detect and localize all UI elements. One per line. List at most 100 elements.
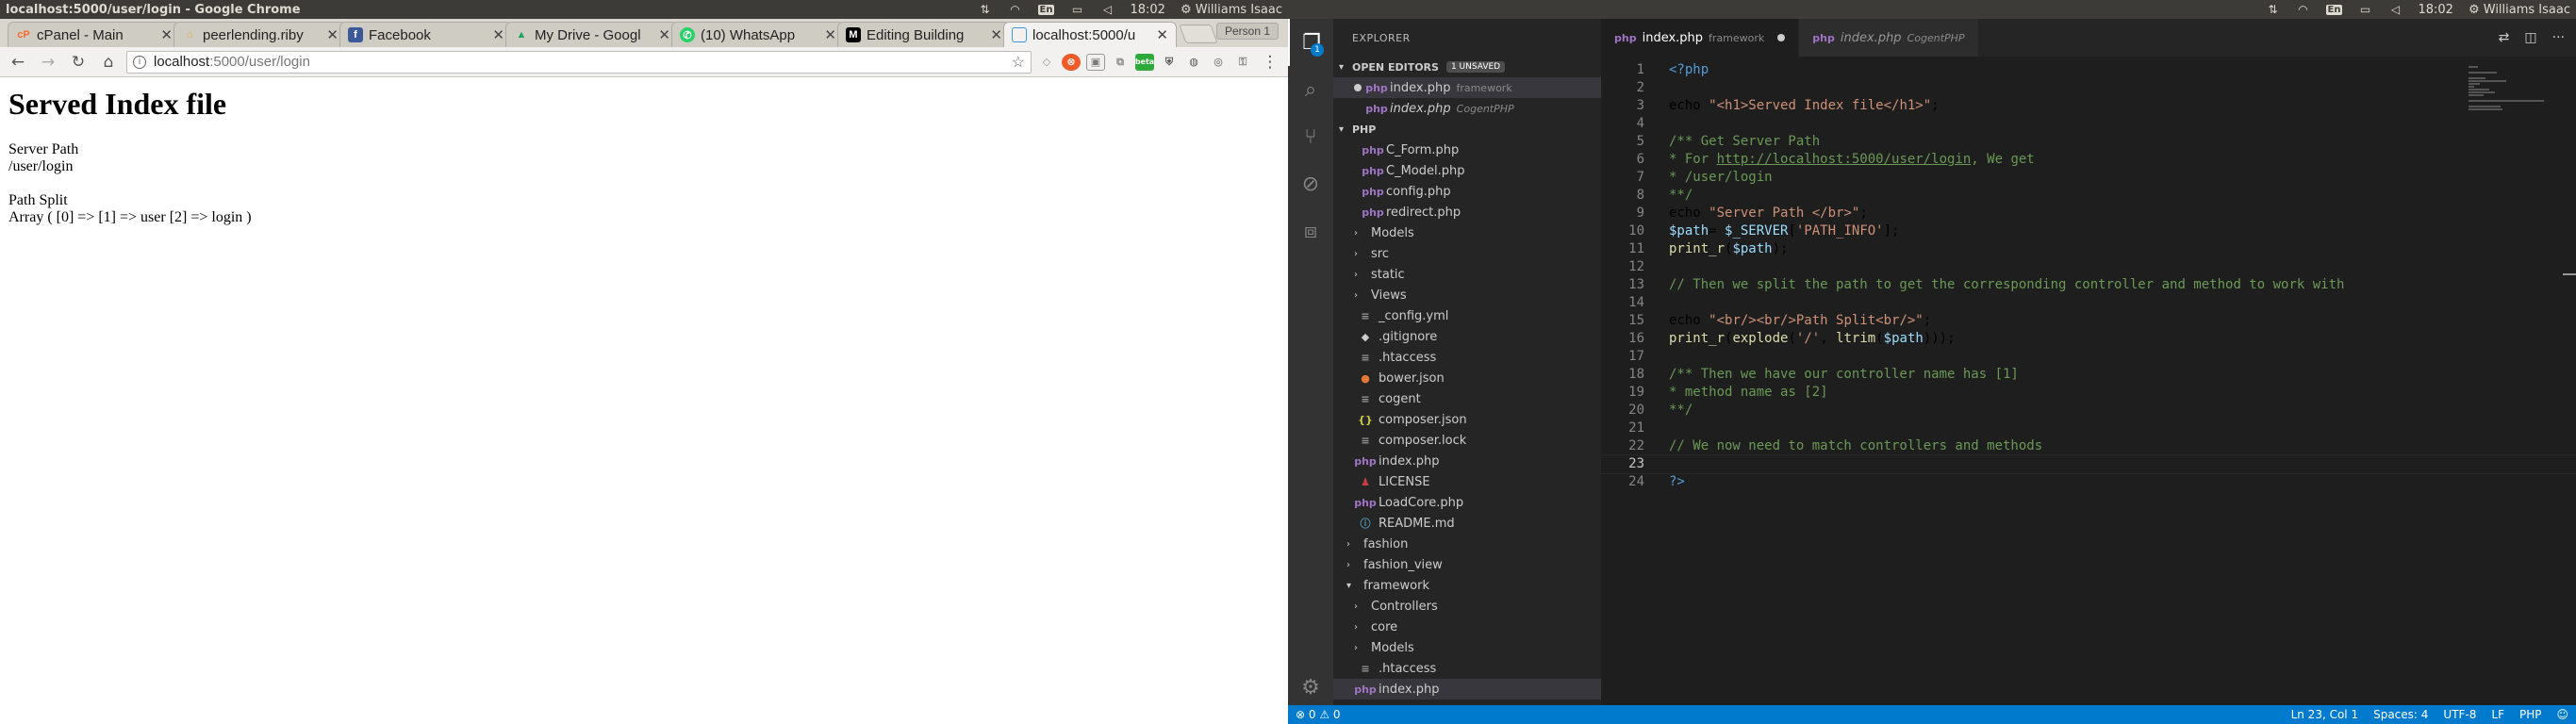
tree-item[interactable]: › static: [1333, 264, 1601, 285]
code-line[interactable]: 14: [1601, 294, 2576, 312]
address-bar[interactable]: i localhost:5000/user/login ☆: [126, 50, 1032, 74]
tree-item[interactable]: › Views: [1333, 285, 1601, 305]
search-icon[interactable]: ⌕: [1288, 66, 1333, 113]
unsaved-dot-icon[interactable]: [1354, 84, 1362, 91]
code-line[interactable]: 4: [1601, 115, 2576, 133]
bookmark-star-icon[interactable]: ☆: [1012, 53, 1025, 72]
tree-item[interactable]: ⓘ README.md: [1333, 513, 1601, 534]
tree-item[interactable]: ≡ .htaccess: [1333, 347, 1601, 368]
extension-chrome-icon[interactable]: ◎: [1209, 54, 1228, 71]
close-icon[interactable]: ✕: [658, 26, 670, 43]
tab-cpanel[interactable]: cP cPanel - Main ✕: [8, 22, 181, 47]
code-line[interactable]: 7 * /user/login: [1601, 169, 2576, 187]
extension-orange-icon[interactable]: ⊗: [1062, 53, 1081, 71]
tab-medium[interactable]: M Editing Building ✕: [837, 22, 1011, 47]
battery-icon[interactable]: ▭: [1069, 3, 1084, 16]
code-line[interactable]: 11 print_r($path);: [1601, 240, 2576, 258]
more-actions-icon[interactable]: ···: [2552, 30, 2565, 45]
split-editor-icon[interactable]: ◫: [2524, 30, 2536, 45]
code-line[interactable]: 3 echo "<h1>Served Index file</h1>";: [1601, 97, 2576, 115]
code-line[interactable]: 10 $path= $_SERVER['PATH_INFO'];: [1601, 222, 2576, 240]
code-line[interactable]: 24 ?>: [1601, 473, 2576, 491]
close-icon[interactable]: ✕: [990, 26, 1002, 43]
code-line[interactable]: 17: [1601, 348, 2576, 366]
close-icon[interactable]: ✕: [492, 26, 504, 43]
editor-tab-cogentphp[interactable]: php index.php CogentPHP: [1799, 19, 1979, 57]
tree-item[interactable]: php index.php: [1333, 679, 1601, 699]
indentation[interactable]: Spaces: 4: [2373, 708, 2428, 721]
code-line[interactable]: 13 // Then we split the path to get the c…: [1601, 276, 2576, 294]
tree-item[interactable]: › fashion_view: [1333, 554, 1601, 575]
open-editors-header[interactable]: ▾ OPEN EDITORS 1 UNSAVED: [1333, 57, 1601, 77]
close-icon[interactable]: ✕: [824, 26, 836, 43]
profile-button[interactable]: Person 1: [1215, 23, 1279, 40]
tab-peerlending[interactable]: ⌂ peerlending.riby ✕: [173, 22, 347, 47]
keyboard-lang-indicator[interactable]: En: [2325, 4, 2343, 15]
tree-item[interactable]: › Models: [1333, 222, 1601, 243]
user-menu[interactable]: ⚙ Williams Isaac: [1181, 3, 1282, 17]
chevron-right-icon[interactable]: ›: [1354, 643, 1369, 653]
extension-beta-icon[interactable]: beta: [1135, 53, 1154, 71]
reload-icon[interactable]: ↻: [66, 50, 91, 74]
volume-icon[interactable]: ◁: [2387, 3, 2403, 16]
extension-gray-icon[interactable]: ⧉: [1111, 54, 1130, 71]
source-control-icon[interactable]: ⑂: [1288, 113, 1333, 160]
open-editor-item[interactable]: php index.php framework: [1333, 77, 1601, 98]
tree-item[interactable]: › core: [1333, 617, 1601, 637]
code-line[interactable]: 21: [1601, 420, 2576, 437]
code-line[interactable]: 19 * method name as [2]: [1601, 384, 2576, 402]
tree-item[interactable]: ◆ .gitignore: [1333, 326, 1601, 347]
new-tab-button[interactable]: [1179, 25, 1218, 43]
tab-whatsapp[interactable]: ✆ (10) WhatsApp ✕: [671, 22, 845, 47]
tree-item[interactable]: › Models: [1333, 637, 1601, 658]
chevron-right-icon[interactable]: ›: [1346, 560, 1362, 570]
code-line[interactable]: 18 /** Then we have our controller name h…: [1601, 366, 2576, 384]
problems-indicator[interactable]: ⊗ 0 ⚠ 0: [1296, 708, 1341, 721]
tab-localhost[interactable]: localhost:5000/u ✕: [1003, 22, 1177, 47]
explorer-icon[interactable]: ❐ 1: [1288, 19, 1333, 66]
menu-icon[interactable]: ⋮: [1258, 50, 1282, 74]
forward-icon[interactable]: →: [36, 50, 60, 74]
tree-item[interactable]: › src: [1333, 243, 1601, 264]
chevron-right-icon[interactable]: ›: [1354, 228, 1369, 239]
code-line[interactable]: 6 * For http://localhost:5000/user/login,…: [1601, 151, 2576, 169]
chevron-right-icon[interactable]: ›: [1354, 622, 1369, 633]
unsaved-dot-icon[interactable]: [1777, 34, 1786, 41]
tree-item[interactable]: ▾ framework: [1333, 575, 1601, 596]
tree-item[interactable]: › Controllers: [1333, 596, 1601, 617]
tab-facebook[interactable]: f Facebook ✕: [339, 22, 513, 47]
scrollbar-marker[interactable]: [2563, 273, 2576, 275]
code-line[interactable]: 1 <?php: [1601, 61, 2576, 79]
home-icon[interactable]: ⌂: [96, 50, 121, 74]
wifi-icon[interactable]: ◠: [1008, 3, 1023, 16]
settings-gear-icon[interactable]: ⚙: [1288, 676, 1333, 699]
php-folder-header[interactable]: ▾ PHP: [1333, 119, 1601, 140]
network-icon[interactable]: ⇅: [2266, 3, 2281, 16]
wifi-icon[interactable]: ◠: [2296, 3, 2311, 16]
close-icon[interactable]: ✕: [160, 26, 173, 43]
volume-icon[interactable]: ◁: [1099, 3, 1115, 16]
close-icon[interactable]: ✕: [1156, 26, 1168, 43]
code-line[interactable]: 5 /** Get Server Path: [1601, 133, 2576, 151]
chevron-right-icon[interactable]: ›: [1354, 249, 1369, 259]
tree-item[interactable]: ≡ cogent: [1333, 388, 1601, 409]
extension-lock-icon[interactable]: ⚿: [1233, 54, 1252, 71]
code-line[interactable]: 22 // We now need to match controllers an…: [1601, 437, 2576, 455]
tree-item[interactable]: ♟ LICENSE: [1333, 471, 1601, 492]
tree-item[interactable]: ● bower.json: [1333, 368, 1601, 388]
chevron-right-icon[interactable]: ›: [1346, 539, 1362, 550]
tree-item[interactable]: php config.php: [1333, 181, 1601, 202]
info-icon[interactable]: i: [133, 55, 146, 69]
code-editor[interactable]: 1 <?php 2 3 echo "<h1>Served Index file</h1>…: [1600, 57, 2576, 705]
tree-item[interactable]: php C_Form.php: [1333, 140, 1601, 160]
tree-item[interactable]: php index.php: [1333, 451, 1601, 471]
back-icon[interactable]: ←: [6, 50, 30, 74]
close-icon[interactable]: ✕: [326, 26, 339, 43]
language-mode[interactable]: PHP: [2519, 708, 2542, 721]
line-ending[interactable]: LF: [2491, 708, 2504, 721]
editor-tab-framework[interactable]: php index.php framework: [1601, 19, 1800, 57]
network-icon[interactable]: ⇅: [978, 3, 993, 16]
open-changes-icon[interactable]: ⇄: [2499, 30, 2510, 45]
code-line[interactable]: 12: [1601, 258, 2576, 276]
clock[interactable]: 18:02: [2418, 3, 2452, 17]
